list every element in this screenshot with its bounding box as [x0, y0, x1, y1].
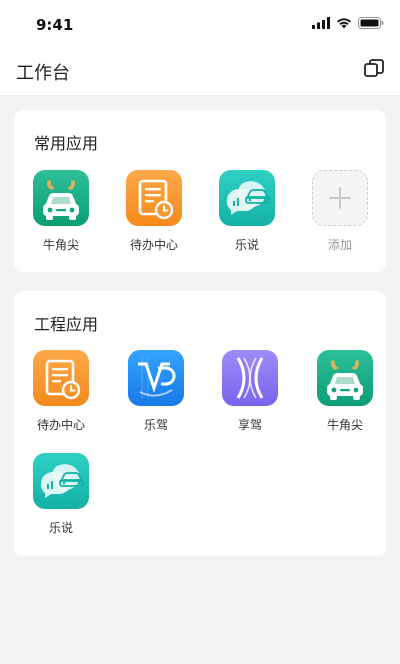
status-time: 9:41 — [36, 16, 74, 34]
app-label: 乐驾 — [143, 418, 168, 432]
status-bar: 9:41 — [0, 0, 400, 50]
switch-window-icon[interactable] — [362, 56, 386, 80]
todo-document-icon — [33, 350, 89, 406]
app-todo-center[interactable]: 待办中心 — [26, 350, 96, 433]
chat-car-icon — [33, 453, 89, 509]
app-label: 牛角尖 — [42, 238, 79, 252]
app-todo-center[interactable]: 待办中心 — [119, 170, 189, 253]
vp-logo-icon — [128, 350, 184, 406]
app-label: 待办中心 — [36, 418, 85, 432]
app-xiangjia[interactable]: 享驾 — [215, 350, 285, 433]
app-lejia[interactable]: 乐驾 — [121, 350, 191, 433]
app-label: 乐说 — [48, 521, 73, 535]
chat-car-icon — [219, 170, 275, 226]
app-label: 牛角尖 — [326, 418, 363, 432]
road-x-icon — [222, 350, 278, 406]
car-horns-icon — [317, 350, 373, 406]
app-niujiaojian[interactable]: 牛角尖 — [310, 350, 380, 433]
plus-icon — [312, 170, 368, 226]
app-leshuo[interactable]: 乐说 — [212, 170, 282, 253]
app-add[interactable]: 添加 — [305, 170, 375, 253]
car-horns-icon — [33, 170, 89, 226]
app-leshuo[interactable]: 乐说 — [26, 453, 96, 536]
common-apps-card: 常用应用 牛角尖 待办中心 乐说 添加 — [14, 110, 386, 272]
app-label: 待办中心 — [129, 238, 178, 252]
engineering-apps-card: 工程应用 待办中心 乐驾 享驾 牛角尖 乐说 — [14, 291, 386, 556]
engineering-apps-title: 工程应用 — [34, 315, 99, 334]
header: 工作台 — [0, 50, 400, 96]
app-label: 乐说 — [234, 238, 259, 252]
app-label: 添加 — [327, 238, 352, 252]
page-title: 工作台 — [16, 63, 70, 84]
battery-icon — [358, 17, 384, 29]
app-niujiaojian[interactable]: 牛角尖 — [26, 170, 96, 253]
common-apps-title: 常用应用 — [34, 134, 99, 153]
todo-document-icon — [126, 170, 182, 226]
wifi-icon — [337, 18, 351, 29]
app-label: 享驾 — [237, 418, 262, 432]
cellular-signal-icon — [312, 17, 330, 29]
status-icons — [312, 16, 384, 30]
